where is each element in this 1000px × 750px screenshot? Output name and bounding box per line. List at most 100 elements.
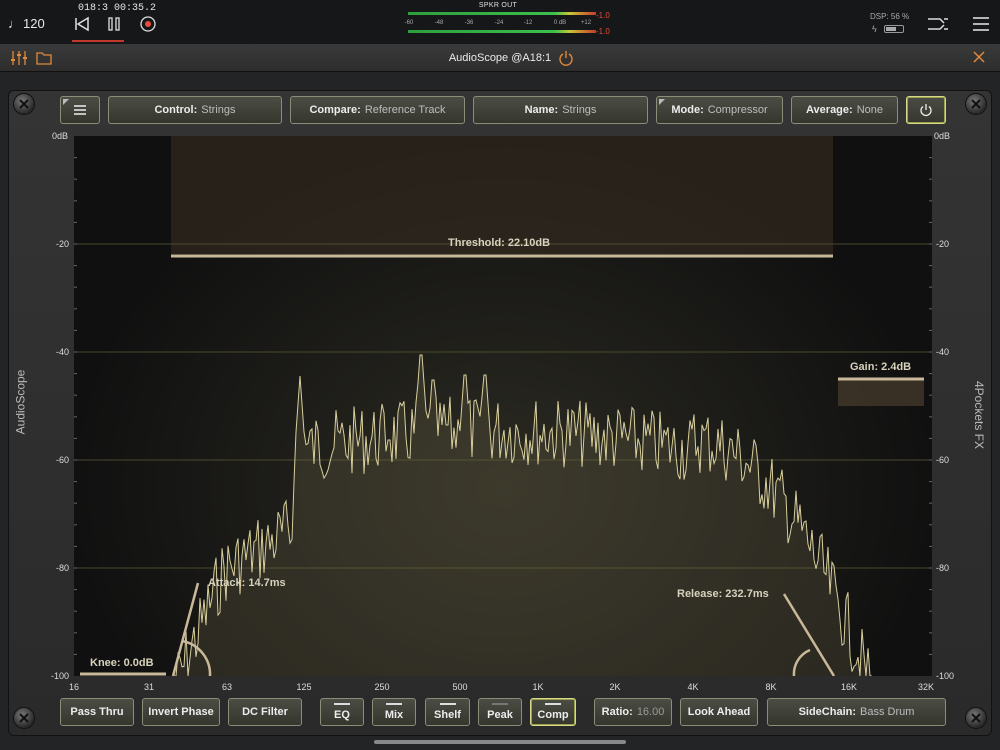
meter-scale-label: +12 — [580, 20, 592, 26]
average-key: Average: — [806, 104, 853, 116]
plugin-power-button[interactable] — [558, 50, 574, 71]
eq-label: EQ — [334, 709, 350, 721]
freq-label: 2K — [609, 682, 621, 692]
mix-label: Mix — [384, 709, 404, 721]
freq-label: 16K — [840, 682, 858, 692]
shelf-label: Shelf — [434, 709, 461, 721]
freq-label: 16 — [68, 682, 80, 692]
sidechain-value: Bass Drum — [860, 706, 915, 718]
power-icon — [559, 51, 573, 66]
compare-value: Reference Track — [364, 104, 446, 116]
attack-label: Attack: 14.7ms — [208, 577, 286, 589]
db-label-right: -60 — [936, 455, 950, 465]
hamburger-icon — [74, 105, 86, 115]
spectrum-display[interactable] — [74, 136, 932, 677]
threshold-label: Threshold: 22.10dB — [448, 237, 551, 249]
spectrum-fill — [174, 355, 872, 676]
db-label-right: 0dB — [934, 131, 951, 141]
meter-scale-label: -48 — [434, 20, 444, 26]
control-value: Strings — [201, 104, 236, 116]
freq-label: 63 — [221, 682, 233, 692]
mode-key: Mode: — [671, 104, 704, 116]
screw-icon — [13, 707, 35, 729]
name-field[interactable]: Name: Strings — [473, 96, 648, 124]
mode-value: Compressor — [707, 104, 768, 116]
meter-bar-right — [408, 30, 596, 33]
invert-phase-button[interactable]: Invert Phase — [142, 698, 220, 726]
db-label-right: -40 — [936, 347, 950, 357]
folder-button[interactable] — [36, 51, 52, 70]
dc-filter-button[interactable]: DC Filter — [228, 698, 302, 726]
db-label-left: -20 — [56, 239, 70, 249]
folder-icon — [36, 52, 52, 65]
bar-position: 018:3 — [78, 3, 109, 14]
rewind-button[interactable] — [72, 14, 92, 34]
freq-label: 125 — [296, 682, 312, 692]
battery-icon — [884, 25, 904, 33]
freq-label: 32K — [917, 682, 935, 692]
eq-button[interactable]: EQ — [320, 698, 364, 726]
look-ahead-button[interactable]: Look Ahead — [680, 698, 758, 726]
name-key: Name: — [524, 104, 559, 116]
record-icon — [140, 16, 156, 32]
average-select[interactable]: Average: None — [791, 96, 898, 124]
close-icon — [973, 51, 985, 63]
tempo-display[interactable]: ♩ 120 — [8, 16, 45, 31]
enabled-indicator — [439, 703, 456, 705]
enabled-indicator — [492, 703, 508, 705]
mixer-button[interactable] — [10, 50, 28, 71]
compare-select[interactable]: Compare: Reference Track — [290, 96, 465, 124]
freq-label: 500 — [452, 682, 468, 692]
record-button[interactable] — [138, 14, 158, 34]
enabled-indicator — [334, 703, 350, 705]
power-toggle[interactable] — [906, 96, 946, 124]
gain-label: Gain: 2.4dB — [850, 361, 912, 373]
peak-button[interactable]: Peak — [478, 698, 522, 726]
meter-scale-label: -60 — [404, 20, 414, 26]
shelf-button[interactable]: Shelf — [425, 698, 470, 726]
meter-scale-label: -36 — [464, 20, 474, 26]
plugin-menu-button[interactable] — [60, 96, 100, 124]
pause-button[interactable] — [104, 14, 124, 34]
meter-title: SPKR OUT — [478, 2, 518, 9]
power-icon — [920, 104, 932, 117]
release-label: Release: 232.7ms — [677, 588, 769, 600]
pause-icon — [108, 17, 120, 31]
screw-icon — [965, 93, 987, 115]
plugin-header: AudioScope @A18:1 — [0, 44, 1000, 72]
db-label-left: -40 — [56, 347, 70, 357]
spectrum-svg — [74, 136, 932, 677]
peak-label: Peak — [487, 709, 513, 721]
close-plugin-button[interactable] — [972, 50, 986, 69]
db-label-right: -80 — [936, 563, 950, 573]
sidechain-key: SideChain: — [798, 706, 857, 718]
mix-button[interactable]: Mix — [372, 698, 416, 726]
pass-thru-button[interactable]: Pass Thru — [60, 698, 134, 726]
meter-scale-label: -24 — [494, 20, 504, 26]
sidechain-select[interactable]: SideChain: Bass Drum — [767, 698, 946, 726]
ratio-control[interactable]: Ratio: 16.00 — [594, 698, 672, 726]
db-label-left: -80 — [56, 563, 70, 573]
meter-scale-label: 0 dB — [553, 20, 567, 26]
comp-button[interactable]: Comp — [530, 698, 576, 726]
charging-icon: ϟ — [872, 24, 877, 34]
home-indicator[interactable] — [374, 740, 626, 744]
gain-box — [838, 378, 924, 406]
enabled-indicator — [545, 703, 561, 705]
control-select[interactable]: Control: Strings — [108, 96, 282, 124]
average-value: None — [856, 104, 883, 116]
knee-label: Knee: 0.0dB — [90, 657, 154, 669]
transport-progress-line — [72, 40, 124, 42]
main-menu-button[interactable] — [970, 14, 992, 34]
routing-button[interactable] — [926, 14, 950, 34]
mode-select[interactable]: Mode: Compressor — [656, 96, 783, 124]
skip-back-icon — [75, 16, 89, 32]
db-label-right: -100 — [936, 671, 955, 681]
db-label-left: 0dB — [52, 131, 69, 141]
routing-icon — [928, 18, 948, 30]
hamburger-icon — [973, 17, 989, 31]
peak-readout-bottom: -1.0 — [596, 27, 610, 36]
freq-label: 1K — [532, 682, 544, 692]
control-key: Control: — [154, 104, 198, 116]
meter-scale-label: -12 — [523, 20, 533, 26]
